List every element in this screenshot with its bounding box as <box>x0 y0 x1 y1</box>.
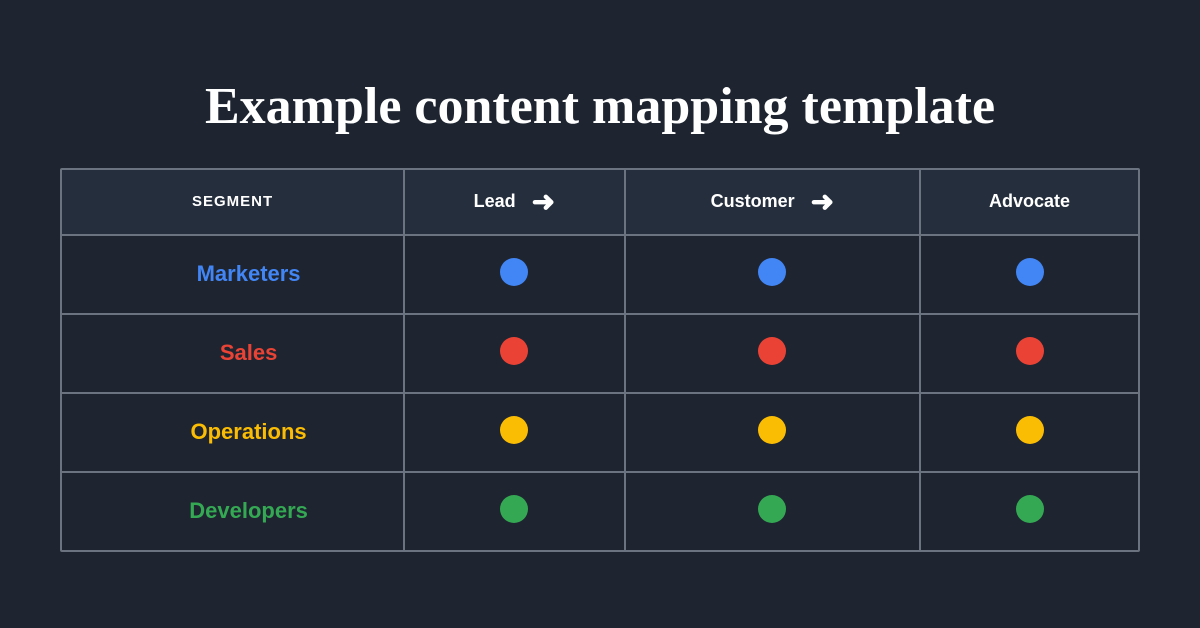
dot-developers-lead <box>404 472 624 550</box>
arrow-customer-to-advocate-icon: ➜ <box>811 188 834 216</box>
dot-operations-advocate <box>920 393 1138 472</box>
dot-icon <box>1016 416 1044 444</box>
dot-icon <box>1016 258 1044 286</box>
dot-marketers-advocate <box>920 235 1138 314</box>
dot-marketers-lead <box>404 235 624 314</box>
table-row: Sales <box>62 314 1138 393</box>
dot-icon <box>500 258 528 286</box>
dot-icon <box>758 337 786 365</box>
dot-icon <box>500 416 528 444</box>
dot-icon <box>500 337 528 365</box>
segment-label-sales: Sales <box>62 314 404 393</box>
dot-operations-lead <box>404 393 624 472</box>
dot-sales-customer <box>625 314 920 393</box>
dot-icon <box>758 258 786 286</box>
header-segment: SEGMENT <box>62 170 404 235</box>
dot-sales-lead <box>404 314 624 393</box>
dot-marketers-customer <box>625 235 920 314</box>
content-mapping-table: SEGMENT Lead ➜ Customer ➜ Advocate <box>60 168 1140 552</box>
table-row: Developers <box>62 472 1138 550</box>
header-customer: Customer ➜ <box>625 170 920 235</box>
table-row: Marketers <box>62 235 1138 314</box>
dot-icon <box>758 416 786 444</box>
dot-sales-advocate <box>920 314 1138 393</box>
dot-icon <box>758 495 786 523</box>
page-title: Example content mapping template <box>205 77 995 136</box>
header-advocate: Advocate <box>920 170 1138 235</box>
dot-icon <box>1016 337 1044 365</box>
segment-label-operations: Operations <box>62 393 404 472</box>
dot-icon <box>500 495 528 523</box>
table-row: Operations <box>62 393 1138 472</box>
dot-developers-customer <box>625 472 920 550</box>
dot-developers-advocate <box>920 472 1138 550</box>
dot-icon <box>1016 495 1044 523</box>
arrow-lead-to-customer-icon: ➜ <box>532 188 555 216</box>
segment-label-marketers: Marketers <box>62 235 404 314</box>
dot-operations-customer <box>625 393 920 472</box>
segment-label-developers: Developers <box>62 472 404 550</box>
header-lead: Lead ➜ <box>404 170 624 235</box>
table-header-row: SEGMENT Lead ➜ Customer ➜ Advocate <box>62 170 1138 235</box>
